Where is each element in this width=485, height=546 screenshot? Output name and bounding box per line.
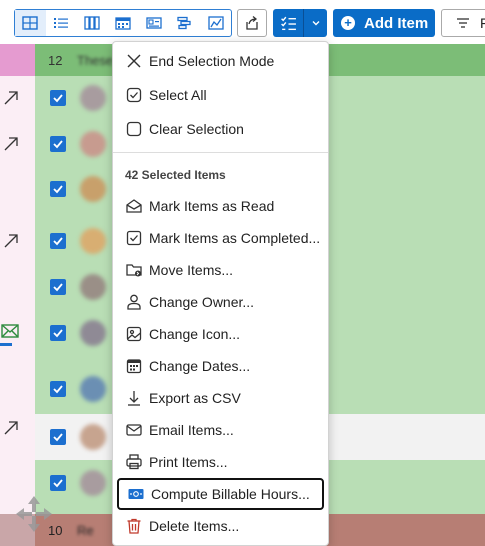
menu-divider [113, 152, 328, 153]
selected-count-header: 42 Selected Items [125, 168, 226, 182]
avatar [80, 470, 106, 496]
avatar [80, 274, 106, 300]
chevron-down-icon [312, 21, 319, 26]
avatar [80, 131, 106, 157]
group-color-tag [0, 44, 35, 76]
filter-button[interactable]: F [441, 9, 485, 37]
filter-label: F [480, 15, 485, 31]
mark-items-completed-item[interactable]: Mark Items as Completed... [113, 223, 328, 253]
menu-item-label: Print Items... [149, 454, 228, 470]
calendar-view-icon[interactable] [108, 10, 139, 36]
menu-item-label: Mark Items as Read [149, 198, 275, 214]
end-selection-mode-item[interactable]: End Selection Mode [113, 46, 328, 76]
compute-billable-hours-item[interactable]: Compute Billable Hours... [117, 478, 324, 510]
folder-move-icon [125, 261, 143, 279]
list-view-icon[interactable] [46, 10, 77, 36]
change-dates-item[interactable]: Change Dates... [113, 351, 328, 381]
external-link-icon[interactable] [2, 89, 20, 107]
menu-item-label: Delete Items... [149, 518, 240, 534]
email-indicator-icon [1, 324, 19, 338]
export-csv-item[interactable]: Export as CSV [113, 383, 328, 413]
move-items-item[interactable]: Move Items... [113, 255, 328, 285]
clear-selection-item[interactable]: Clear Selection [113, 114, 328, 144]
row-checkbox[interactable] [50, 381, 66, 397]
checkbox-icon [125, 229, 143, 247]
calendar-icon [125, 357, 143, 375]
avatar [80, 376, 106, 402]
row-checkbox[interactable] [50, 233, 66, 249]
avatar [80, 85, 106, 111]
external-link-icon[interactable] [2, 135, 20, 153]
checkbox-empty-icon [125, 120, 143, 138]
printer-icon [125, 453, 143, 471]
mark-items-read-item[interactable]: Mark Items as Read [113, 191, 328, 221]
filter-icon [457, 18, 469, 28]
envelope-open-icon [125, 197, 143, 215]
menu-item-label: End Selection Mode [149, 53, 275, 69]
move-handle-icon[interactable] [14, 494, 54, 534]
selection-menu: End Selection Mode Select All Clear Sele… [112, 41, 329, 546]
menu-item-label: Compute Billable Hours... [151, 486, 310, 502]
avatar [80, 424, 106, 450]
group-count: 12 [48, 53, 63, 68]
avatar [80, 228, 106, 254]
menu-item-label: Select All [149, 87, 207, 103]
left-color-strip [0, 44, 35, 546]
person-icon [125, 293, 143, 311]
menu-item-label: Change Owner... [149, 294, 255, 310]
card-view-icon[interactable] [138, 10, 169, 36]
delete-items-item[interactable]: Delete Items... [113, 511, 328, 541]
add-item-label: Add Item [364, 14, 429, 32]
menu-item-label: Move Items... [149, 262, 234, 278]
row-checkbox[interactable] [50, 475, 66, 491]
row-checkbox[interactable] [50, 136, 66, 152]
menu-item-label: Change Icon... [149, 326, 241, 342]
select-all-item[interactable]: Select All [113, 80, 328, 110]
avatar [80, 176, 106, 202]
toolbar: + Add Item F [0, 0, 485, 44]
checklist-icon [280, 16, 296, 30]
columns-view-icon[interactable] [77, 10, 108, 36]
plus-icon: + [341, 16, 355, 30]
gantt-view-icon[interactable] [169, 10, 200, 36]
external-link-icon[interactable] [2, 419, 20, 437]
view-switcher [14, 9, 232, 37]
selection-mode-toggle[interactable] [273, 9, 303, 37]
change-icon-item[interactable]: Change Icon... [113, 319, 328, 349]
share-icon [246, 16, 258, 30]
row-checkbox[interactable] [50, 279, 66, 295]
money-icon [127, 485, 145, 503]
envelope-icon [125, 421, 143, 439]
selection-dropdown-button[interactable] [303, 9, 327, 37]
group-label: Re [77, 523, 94, 538]
checkbox-checked-icon [125, 86, 143, 104]
menu-item-label: Mark Items as Completed... [149, 230, 321, 246]
row-checkbox[interactable] [50, 90, 66, 106]
change-owner-item[interactable]: Change Owner... [113, 287, 328, 317]
progress-marker [0, 343, 12, 346]
external-link-icon[interactable] [2, 232, 20, 250]
row-checkbox[interactable] [50, 181, 66, 197]
menu-item-label: Change Dates... [149, 358, 251, 374]
menu-item-label: Email Items... [149, 422, 234, 438]
selection-mode-button[interactable] [273, 9, 327, 37]
print-items-item[interactable]: Print Items... [113, 447, 328, 477]
add-item-button[interactable]: + Add Item [333, 9, 435, 37]
menu-item-label: Clear Selection [149, 121, 244, 137]
menu-item-label: Export as CSV [149, 390, 241, 406]
row-checkbox[interactable] [50, 429, 66, 445]
group-label: These [77, 53, 114, 68]
share-button[interactable] [237, 9, 267, 37]
email-items-item[interactable]: Email Items... [113, 415, 328, 445]
grid-view-icon[interactable] [15, 10, 46, 36]
close-icon [125, 52, 143, 70]
trash-icon [125, 517, 143, 535]
download-icon [125, 389, 143, 407]
image-icon [125, 325, 143, 343]
avatar [80, 320, 106, 346]
chart-view-icon[interactable] [200, 10, 231, 36]
row-checkbox[interactable] [50, 325, 66, 341]
